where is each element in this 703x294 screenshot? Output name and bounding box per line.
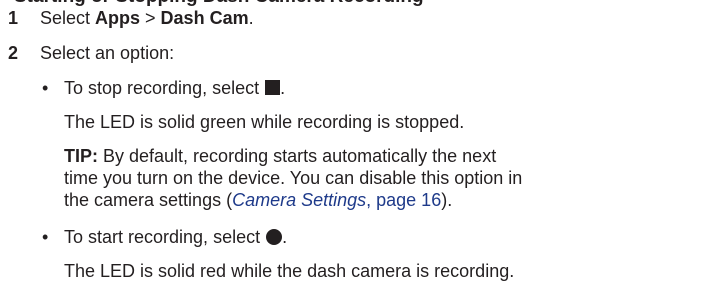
record-icon xyxy=(266,229,283,245)
step-text: Select an option: xyxy=(40,43,175,63)
tip-text-3: the camera settings ( xyxy=(64,190,233,210)
stop-icon xyxy=(265,80,281,95)
option-start-recording: To start recording, select . xyxy=(64,226,287,248)
tip-line-1: TIP: By default, recording starts automa… xyxy=(64,145,684,167)
step-suffix: . xyxy=(248,8,254,28)
tip-text-3-end: ). xyxy=(441,190,453,210)
menu-item-dash-cam: Dash Cam xyxy=(160,8,249,28)
camera-settings-link-title[interactable]: Camera Settings xyxy=(232,190,366,210)
option-text: To stop recording, select xyxy=(64,78,265,98)
tip-label: TIP: xyxy=(64,146,98,166)
tip-text-1: By default, recording starts automatical… xyxy=(98,146,497,166)
option-text: To start recording, select xyxy=(64,227,266,247)
option-stop-recording: To stop recording, select . xyxy=(64,77,285,99)
step-text: Select Apps > Dash Cam. xyxy=(40,7,254,29)
start-result-text: The LED is solid red while the dash came… xyxy=(64,261,515,281)
step-number: 2 xyxy=(8,43,19,63)
camera-settings-link[interactable]: Camera Settings, page 16 xyxy=(232,190,441,210)
tip-block: TIP: By default, recording starts automa… xyxy=(64,145,684,211)
tip-line-3: the camera settings (Camera Settings, pa… xyxy=(64,189,684,211)
option-bullet: • xyxy=(42,78,49,98)
option-suffix: . xyxy=(280,78,286,98)
tip-line-2: time you turn on the device. You can dis… xyxy=(64,168,523,188)
step-number: 1 xyxy=(8,8,19,28)
step-prefix: Select xyxy=(40,8,96,28)
menu-separator: > xyxy=(140,8,161,28)
stop-result-text: The LED is solid green while recording i… xyxy=(64,112,465,132)
option-suffix: . xyxy=(282,227,288,247)
menu-item-apps: Apps xyxy=(95,8,141,28)
camera-settings-link-page[interactable]: , page 16 xyxy=(366,190,441,210)
option-bullet: • xyxy=(42,227,49,247)
